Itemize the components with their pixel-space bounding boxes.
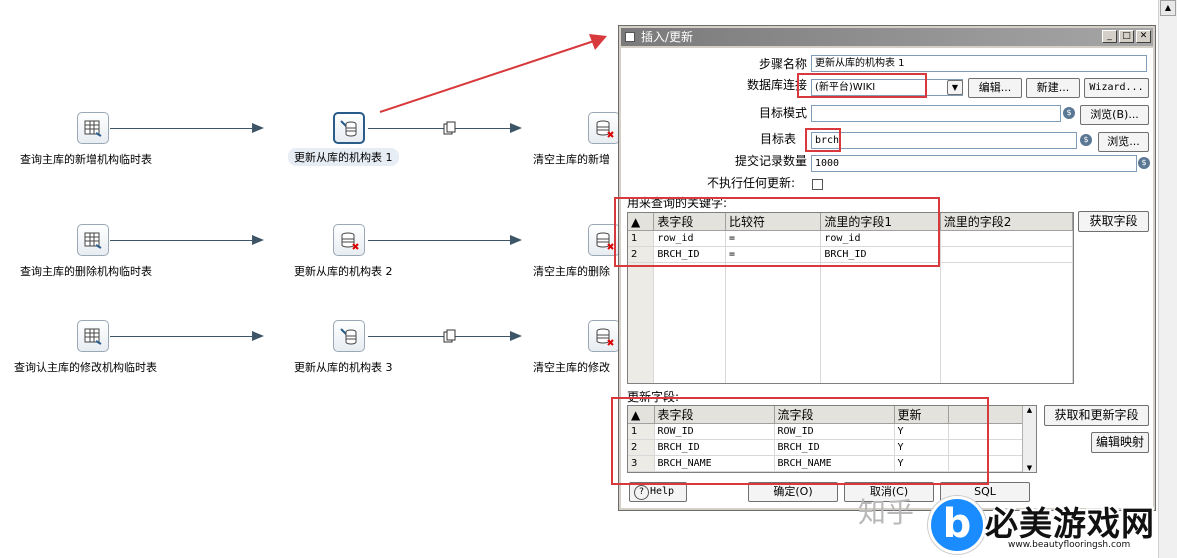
step-name-input[interactable]: 更新从库的机构表 1 [811,55,1147,72]
hop-arrow [510,331,522,341]
hop-arrow [510,123,522,133]
step-label: 更新从库的机构表 1 [288,148,399,166]
new-connection-button[interactable]: 新建... [1026,78,1080,98]
ok-button[interactable]: 确定(O) [748,482,838,502]
step-label: 更新从库的机构表 2 [294,265,393,278]
delete-icon [596,328,614,346]
hop-arrow [252,331,264,341]
chevron-down-icon[interactable]: ▼ [947,80,963,95]
scroll-down-icon[interactable]: ▼ [1023,464,1036,472]
no-update-label: 不执行任何更新: [706,176,795,190]
step-insert-update-1[interactable] [333,112,365,144]
variable-icon[interactable]: $ [1080,134,1092,146]
step-delete-4[interactable] [588,320,620,352]
table-input-icon [84,120,102,137]
scroll-up-icon[interactable]: ▲ [1023,406,1036,414]
insert-update-icon [340,328,357,345]
step-label: 查询主库的删除机构临时表 [20,265,152,278]
step-table-input-1[interactable] [77,112,109,144]
get-update-fields-button[interactable]: 获取和更新字段 [1044,405,1149,426]
hop-line[interactable] [110,240,260,241]
copy-rows-icon [443,329,456,343]
highlight-box [614,197,940,267]
variable-icon[interactable]: $ [1138,157,1150,169]
edit-connection-button[interactable]: 编辑... [968,78,1022,98]
hop-line[interactable] [368,240,518,241]
hop-arrow [252,123,264,133]
step-insert-update-3[interactable] [333,320,365,352]
highlight-box [611,397,989,485]
hop-line[interactable] [110,128,260,129]
step-label: 清空主库的删除 [533,265,610,278]
step-label: 更新从库的机构表 3 [294,361,393,374]
minimize-icon[interactable]: _ [1102,30,1117,43]
get-fields-button[interactable]: 获取字段 [1078,211,1149,232]
step-delete-1[interactable] [588,112,620,144]
step-table-input-3[interactable] [77,320,109,352]
target-schema-label: 目标模式 [758,106,807,120]
step-label: 清空主库的新增 [533,153,610,166]
target-table-label: 目标表 [759,132,796,146]
zhihu-watermark: 知乎 [858,496,915,529]
maximize-icon[interactable]: □ [1119,30,1134,43]
step-delete-2[interactable] [333,224,365,256]
delete-icon [341,232,359,250]
dialog-titlebar[interactable]: 插入/更新 _ □ ✕ [621,28,1153,46]
wizard-button[interactable]: Wizard... [1084,78,1149,98]
annotation-arrow-icon [379,34,607,113]
grid-header[interactable]: 流里的字段2 [940,213,1073,231]
window-icon [625,32,635,42]
update-grid-scrollbar[interactable]: ▲ ▼ [1022,406,1036,472]
brand-logo-icon: b [928,496,986,554]
browse-schema-button[interactable]: 浏览(B)... [1080,105,1149,125]
delete-icon [596,120,614,138]
copy-rows-icon [443,121,456,135]
close-icon[interactable]: ✕ [1136,30,1151,43]
commit-size-input[interactable]: 1000 [811,155,1137,172]
dialog-title: 插入/更新 [641,30,694,44]
browse-table-button[interactable]: 浏览... [1098,132,1149,152]
help-icon: ? [634,485,649,500]
brand-watermark: 必美游戏网 [985,504,1155,543]
target-schema-input[interactable] [811,105,1061,122]
help-button[interactable]: ? Help [629,482,687,502]
highlight-box [797,73,927,98]
step-label: 查询主库的新增机构临时表 [20,153,152,166]
table-input-icon [84,328,102,345]
hop-line[interactable] [110,336,260,337]
url-watermark: www.beautyflooringsh.com [1008,540,1131,550]
table-input-icon [84,232,102,249]
variable-icon[interactable]: $ [1063,107,1075,119]
highlight-box [805,128,841,152]
commit-size-label: 提交记录数量 [734,154,807,168]
step-label: 清空主库的修改 [533,361,610,374]
hop-arrow [510,235,522,245]
hop-arrow [252,235,264,245]
no-update-checkbox[interactable] [812,179,823,190]
delete-icon [596,232,614,250]
help-label: Help [650,486,675,497]
step-label: 查询认主库的修改机构临时表 [14,361,157,374]
scroll-up-icon[interactable]: ▲ [1160,0,1176,16]
insert-update-icon [340,120,357,137]
edit-mapping-button[interactable]: 编辑映射 [1091,432,1149,453]
target-table-input[interactable]: brch [811,132,1077,149]
step-name-label: 步骤名称 [758,57,807,71]
canvas-scrollbar[interactable]: ▲ [1158,0,1177,558]
step-table-input-2[interactable] [77,224,109,256]
